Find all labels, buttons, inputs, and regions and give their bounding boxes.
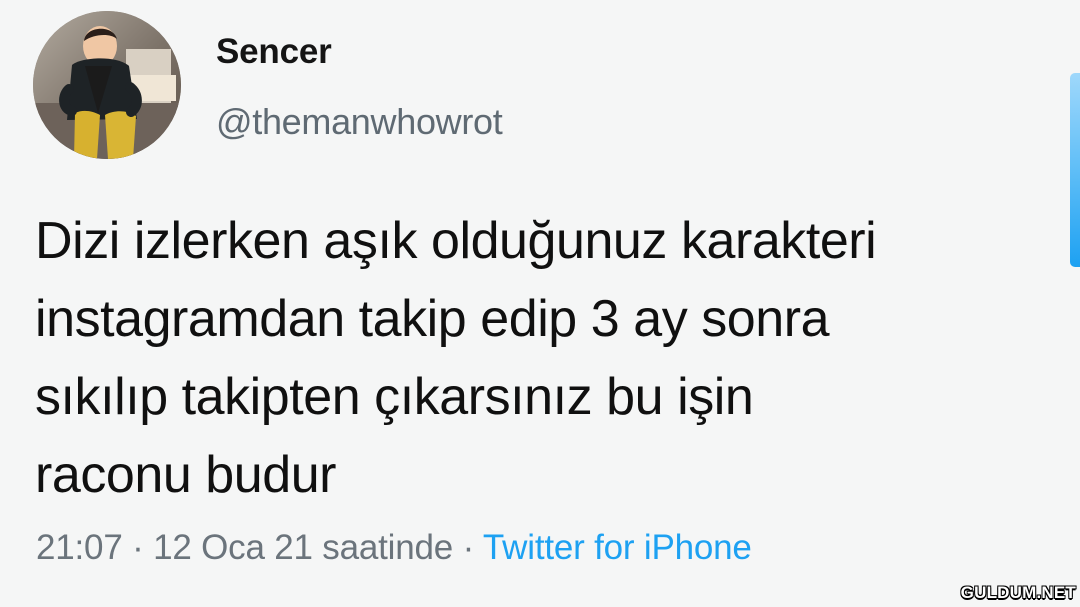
- tweet-meta: 21:07 · 12 Oca 21 saatinde · Twitter for…: [36, 528, 752, 568]
- tweet-timestamp[interactable]: 21:07 · 12 Oca 21 saatinde: [36, 528, 453, 567]
- display-name[interactable]: Sencer: [216, 32, 332, 72]
- tweet-text-line: Dizi izlerken aşık olduğunuz karakteri: [35, 212, 877, 270]
- meta-separator: ·: [453, 528, 483, 567]
- tweet-text-line: instagramdan takip edip 3 ay sonra: [35, 290, 830, 348]
- avatar-photo: [33, 11, 181, 159]
- tweet-card: Sencer @themanwhowrot Dizi izlerken aşık…: [0, 0, 1080, 607]
- tweet-text: Dizi izlerken aşık olduğunuz karakteri i…: [35, 202, 1035, 514]
- tweet-text-line: sıkılıp takipten çıkarsınız bu işin: [35, 368, 754, 426]
- side-scroll-accent: [1070, 73, 1080, 267]
- user-handle[interactable]: @themanwhowrot: [216, 101, 503, 143]
- tweet-text-line: raconu budur: [35, 446, 337, 504]
- avatar[interactable]: [33, 11, 181, 159]
- tweet-source-link[interactable]: Twitter for iPhone: [483, 528, 752, 567]
- site-watermark: GULDUM.NET: [960, 583, 1076, 602]
